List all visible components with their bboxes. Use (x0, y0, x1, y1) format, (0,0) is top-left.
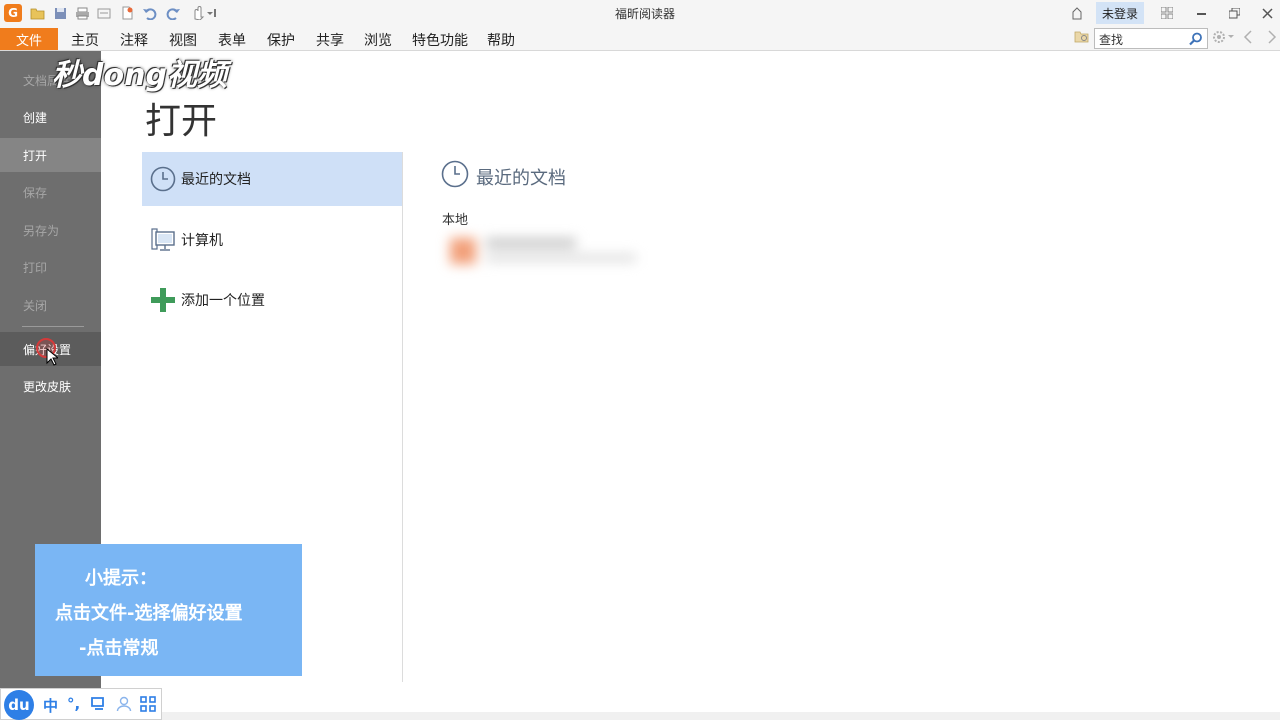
local-section-label: 本地 (442, 213, 469, 228)
location-computer[interactable]: 计算机 (142, 213, 402, 267)
location-label: 计算机 (181, 233, 223, 249)
sidebar-item-save-as[interactable]: 另存为 (0, 213, 101, 247)
computer-icon (150, 227, 176, 253)
sidebar-item-close[interactable]: 关闭 (0, 288, 101, 322)
recent-clock-icon (441, 160, 469, 192)
sidebar-item-create[interactable]: 创建 (0, 100, 101, 134)
search-input-value: 查找 (1099, 33, 1124, 47)
sidebar-item-open[interactable]: 打开 (0, 138, 101, 172)
foxit-reader-window: G 福昕阅读器 未登录 文件 主页 注释 视图 表单 保护 共享 浏览 特色功能… (0, 0, 1280, 720)
recent-file-item-blurred[interactable] (446, 228, 644, 272)
redo-icon[interactable] (164, 4, 182, 22)
new-doc-icon[interactable] (118, 4, 136, 22)
menu-protect[interactable]: 保护 (267, 30, 295, 50)
status-bar (162, 712, 1280, 720)
nav-prev-icon[interactable] (1243, 30, 1253, 47)
search-icon[interactable] (1187, 29, 1205, 48)
menu-help[interactable]: 帮助 (487, 30, 515, 50)
ime-chinese-mode[interactable]: 中 (43, 695, 58, 716)
sidebar-item-print[interactable]: 打印 (0, 250, 101, 284)
menu-home[interactable]: 主页 (71, 30, 99, 50)
menu-features[interactable]: 特色功能 (412, 30, 468, 50)
ime-punctuation-mode[interactable]: °, (67, 695, 80, 713)
sidebar-item-change-skin[interactable]: 更改皮肤 (0, 369, 101, 403)
title-bar: G 福昕阅读器 未登录 (0, 0, 1280, 26)
save-icon[interactable] (51, 4, 69, 22)
baidu-du-logo[interactable]: du (4, 690, 34, 720)
sidebar-item-save[interactable]: 保存 (0, 175, 101, 209)
restore-icon[interactable] (1223, 2, 1245, 24)
location-label: 添加一个位置 (181, 293, 265, 309)
location-label: 最近的文档 (181, 172, 251, 188)
minimize-icon[interactable] (1190, 2, 1212, 24)
panel-divider (402, 152, 403, 682)
watermark-logo: 秒dong视频 (52, 58, 227, 93)
menu-form[interactable]: 表单 (218, 30, 246, 50)
tip-line: 点击文件-选择偏好设置 (55, 603, 243, 624)
app-logo-icon[interactable]: G (4, 4, 22, 22)
user-icon[interactable] (116, 696, 132, 716)
menu-comment[interactable]: 注释 (120, 30, 148, 50)
open-folder-icon[interactable] (28, 4, 46, 22)
tip-line: -点击常规 (79, 638, 159, 659)
menu-view[interactable]: 视图 (169, 30, 197, 50)
sidebar-divider (22, 326, 84, 327)
layout-grid-icon[interactable] (1156, 2, 1178, 24)
grid-menu-icon[interactable] (140, 696, 156, 716)
add-plus-icon (150, 287, 176, 313)
scan-icon[interactable] (95, 4, 113, 22)
print-icon[interactable] (73, 4, 91, 22)
nav-next-icon[interactable] (1267, 30, 1277, 47)
mouse-cursor-icon (46, 348, 58, 366)
menu-share[interactable]: 共享 (316, 30, 344, 50)
keyboard-icon[interactable] (90, 696, 106, 715)
login-button[interactable]: 未登录 (1096, 2, 1144, 24)
location-add-place[interactable]: 添加一个位置 (142, 273, 402, 327)
undo-icon[interactable] (141, 4, 159, 22)
hand-tool-dropdown-icon[interactable] (188, 4, 218, 22)
tip-box: 小提示： 点击文件-选择偏好设置 -点击常规 (35, 544, 302, 676)
find-folder-icon[interactable] (1074, 30, 1090, 47)
page-title: 打开 (145, 101, 218, 142)
search-input[interactable]: 查找 (1094, 28, 1208, 49)
menu-browse[interactable]: 浏览 (364, 30, 392, 50)
recent-documents-heading: 最近的文档 (476, 168, 566, 189)
menu-file[interactable]: 文件 (0, 28, 58, 50)
settings-gear-icon[interactable] (1212, 30, 1234, 47)
clock-icon (150, 166, 176, 192)
window-title: 福昕阅读器 (614, 7, 675, 21)
tip-title: 小提示： (85, 568, 157, 589)
ime-toolbar: du 中 °, (0, 688, 162, 720)
location-recent-documents[interactable]: 最近的文档 (142, 152, 402, 206)
close-icon[interactable] (1256, 2, 1278, 24)
skin-icon[interactable] (1066, 2, 1088, 24)
